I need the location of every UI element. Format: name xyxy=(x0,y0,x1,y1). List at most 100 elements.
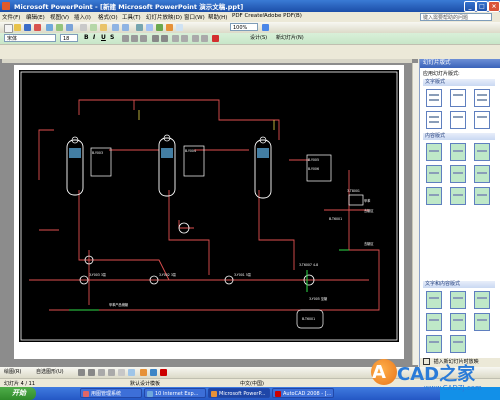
layout-thumb[interactable] xyxy=(474,143,490,161)
permission-icon[interactable] xyxy=(34,24,41,31)
line-color-icon[interactable] xyxy=(150,369,157,376)
font-name-select[interactable]: 宋体 xyxy=(4,34,56,42)
open-icon[interactable] xyxy=(14,24,21,31)
drawing-text-10: B-T6001 xyxy=(302,317,315,321)
zoom-select[interactable]: 100% xyxy=(230,23,258,31)
layout-thumb[interactable] xyxy=(474,165,490,183)
align-right-icon[interactable] xyxy=(140,35,147,42)
layout-thumb[interactable] xyxy=(474,187,490,205)
help-search-input[interactable]: 键入需要帮助的问题 xyxy=(420,13,492,21)
start-button[interactable]: 开始 xyxy=(0,387,36,400)
underline-button[interactable]: U xyxy=(101,34,106,42)
wordart-tool-icon[interactable] xyxy=(128,369,135,376)
decrease-font-icon[interactable] xyxy=(181,35,188,42)
help-icon[interactable] xyxy=(262,24,269,31)
color-grayscale-icon[interactable] xyxy=(176,24,183,31)
taskbar-item[interactable]: 用图管理系统 xyxy=(80,388,142,398)
print-icon[interactable] xyxy=(46,24,53,31)
new-icon[interactable] xyxy=(4,24,13,33)
layout-thumb[interactable] xyxy=(450,313,466,331)
menu-format[interactable]: 格式(O) xyxy=(98,13,118,21)
print-preview-icon[interactable] xyxy=(56,24,63,31)
decrease-indent-icon[interactable] xyxy=(192,35,199,42)
layout-thumb[interactable] xyxy=(450,187,466,205)
copy-icon[interactable] xyxy=(90,24,97,31)
taskbar-item[interactable]: 10 Internet Exp... xyxy=(144,388,206,398)
numbering-icon[interactable] xyxy=(152,35,159,42)
minimize-button[interactable]: _ xyxy=(464,1,476,12)
new-slide-button[interactable]: 新幻灯片(N) xyxy=(276,34,304,42)
layout-thumb[interactable] xyxy=(450,89,466,107)
line-tool-icon[interactable] xyxy=(78,369,85,376)
layout-thumb[interactable] xyxy=(474,89,490,107)
layout-thumb[interactable] xyxy=(426,143,442,161)
menu-tools[interactable]: 工具(T) xyxy=(122,13,141,21)
insert-chart-icon[interactable] xyxy=(136,24,143,31)
textbox-tool-icon[interactable] xyxy=(118,369,125,376)
layout-thumb[interactable] xyxy=(426,165,442,183)
layout-thumb[interactable] xyxy=(426,187,442,205)
window-title: Microsoft PowerPoint - [新建 Microsoft Pow… xyxy=(14,3,244,11)
bold-button[interactable]: B xyxy=(84,34,89,42)
draw-menu-button[interactable]: 绘图(R) xyxy=(4,368,21,376)
design-button[interactable]: 设计(S) xyxy=(250,34,267,42)
bullets-icon[interactable] xyxy=(161,35,168,42)
taskbar-item[interactable]: Microsoft PowerP... xyxy=(208,388,270,398)
insert-table-icon[interactable] xyxy=(146,24,153,31)
shadow-button[interactable]: S xyxy=(110,34,114,42)
menu-edit[interactable]: 编辑(E) xyxy=(26,13,45,21)
layout-thumb[interactable] xyxy=(450,291,466,309)
layout-thumb[interactable] xyxy=(426,313,442,331)
autoshapes-button[interactable]: 自选图形(U) xyxy=(36,368,64,376)
section-text-content-layouts[interactable]: 文字和内容版式 xyxy=(423,281,495,288)
menu-slideshow[interactable]: 幻灯片放映(D) xyxy=(146,13,182,21)
tables-borders-icon[interactable] xyxy=(156,24,163,31)
cut-icon[interactable] xyxy=(80,24,87,31)
menu-pdf-create[interactable]: PDF Create! xyxy=(232,13,265,19)
increase-font-icon[interactable] xyxy=(172,35,179,42)
fill-color-icon[interactable] xyxy=(140,369,147,376)
cad-drawing[interactable]: B-Y003 B-Y004 B-Y005 B-Y006 3-T8001 甲苯 去… xyxy=(19,70,399,342)
slide-counter: 幻灯片 4 / 11 xyxy=(4,381,35,387)
oval-tool-icon[interactable] xyxy=(108,369,115,376)
layout-thumb[interactable] xyxy=(450,143,466,161)
font-size-select[interactable]: 18 xyxy=(60,34,78,42)
undo-icon[interactable] xyxy=(112,24,119,31)
layout-thumb[interactable] xyxy=(474,291,490,309)
layout-thumb[interactable] xyxy=(426,291,442,309)
layout-thumb[interactable] xyxy=(426,335,442,353)
menu-window[interactable]: 窗口(W) xyxy=(184,13,205,21)
menu-adobe-pdf[interactable]: Adobe PDF(B) xyxy=(264,13,302,19)
menu-insert[interactable]: 插入(I) xyxy=(74,13,91,21)
close-button[interactable]: × xyxy=(488,1,500,12)
redo-icon[interactable] xyxy=(122,24,129,31)
menu-help[interactable]: 帮助(H) xyxy=(208,13,227,21)
rectangle-tool-icon[interactable] xyxy=(98,369,105,376)
taskbar-item[interactable]: AutoCAD 2008 - [... xyxy=(272,388,334,398)
arrow-tool-icon[interactable] xyxy=(88,369,95,376)
spelling-icon[interactable] xyxy=(66,24,73,31)
align-left-icon[interactable] xyxy=(122,35,129,42)
layout-thumb[interactable] xyxy=(450,335,466,353)
vertical-scrollbar[interactable] xyxy=(412,63,419,365)
section-content-layouts[interactable]: 内容版式 xyxy=(423,133,495,140)
layout-thumb[interactable] xyxy=(450,165,466,183)
font-color-icon[interactable] xyxy=(212,35,219,42)
layout-thumb[interactable] xyxy=(426,89,442,107)
paste-icon[interactable] xyxy=(100,24,107,31)
align-center-icon[interactable] xyxy=(131,35,138,42)
insert-picture-icon[interactable] xyxy=(166,24,173,31)
drawing-font-color-icon[interactable] xyxy=(160,369,167,376)
section-text-layouts[interactable]: 文字版式 xyxy=(423,79,495,86)
layout-thumb[interactable] xyxy=(450,111,466,129)
layout-thumb[interactable] xyxy=(426,111,442,129)
save-icon[interactable] xyxy=(24,24,31,31)
maximize-button[interactable]: □ xyxy=(476,1,488,12)
layout-thumb[interactable] xyxy=(474,111,490,129)
menu-view[interactable]: 视图(V) xyxy=(50,13,69,21)
increase-indent-icon[interactable] xyxy=(201,35,208,42)
layout-thumb[interactable] xyxy=(474,313,490,331)
box-label-3: B-Y005 xyxy=(308,158,319,162)
italic-button[interactable]: I xyxy=(93,34,95,42)
menu-file[interactable]: 文件(F) xyxy=(2,13,20,21)
